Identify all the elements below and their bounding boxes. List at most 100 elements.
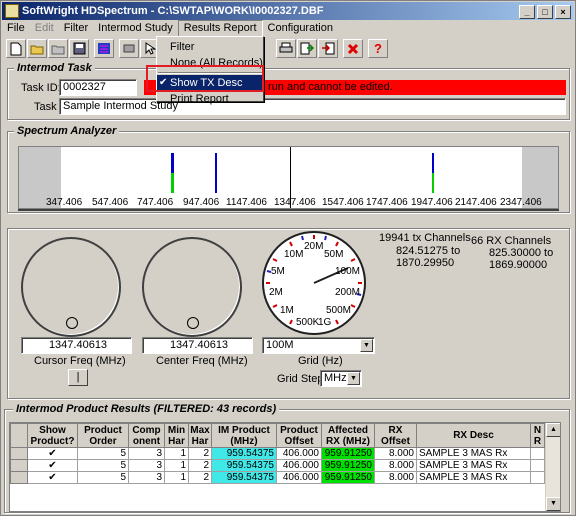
column-header[interactable]: Show Product? [27,423,78,448]
menu-edit[interactable]: Edit [30,20,59,37]
menu-item-filter[interactable]: Filter [157,39,263,55]
open-folder-icon[interactable] [27,39,47,58]
min-har-cell[interactable]: 1 [164,447,189,460]
spectrum-axis [18,209,559,211]
min-har-cell[interactable]: 1 [164,471,189,484]
rx-desc-cell[interactable]: SAMPLE 3 MAS Rx [416,471,531,484]
row-indicator[interactable] [10,471,28,484]
export-icon[interactable] [297,39,317,58]
column-header[interactable]: Max Har [188,423,212,448]
scroll-down-icon[interactable]: ▼ [546,497,560,511]
menu-filter[interactable]: Filter [59,20,93,37]
extra-cell[interactable] [530,447,545,460]
menu-intermod-study[interactable]: Intermod Study [93,20,178,37]
dial-label: 50M [324,249,344,260]
product-offset-cell[interactable]: 406.000 [276,447,322,460]
spectrum-tick: 2147.406 [455,197,497,208]
product-order-cell[interactable]: 5 [77,471,129,484]
cursor-dial-knob[interactable] [66,317,78,329]
column-header[interactable]: RX Offset [374,423,417,448]
rx-offset-cell[interactable]: 8.000 [374,447,417,460]
grid-dial[interactable]: 20M 10M 50M 5M 100M 2M 200M 1M 500M 500K… [262,231,366,335]
task-id-field[interactable]: 0002327 [59,79,137,96]
results-scrollbar[interactable]: ▲ ▼ [545,423,560,511]
im-product-cell[interactable]: 959.54375 [211,447,277,460]
product-order-cell[interactable]: 5 [77,447,129,460]
title-bar: SoftWright HDSpectrum - C:\SWTAP\WORK\I0… [2,2,574,20]
affected-rx-cell[interactable]: 959.91250 [321,447,375,460]
grid-select[interactable]: 100M ▼ [262,337,375,354]
product-order-cell[interactable]: 5 [77,459,129,472]
component-cell[interactable]: 3 [128,447,165,460]
row-indicator[interactable] [10,447,28,460]
affected-rx-cell[interactable]: 959.91250 [321,459,375,472]
column-header[interactable]: NR [530,423,545,448]
column-header[interactable]: Min Har [164,423,189,448]
cursor-freq-field[interactable]: 1347.40613 [21,337,132,354]
affected-rx-cell[interactable]: 959.91250 [321,471,375,484]
center-freq-field[interactable]: 1347.40613 [142,337,253,354]
product-offset-cell[interactable]: 406.000 [276,471,322,484]
rx-offset-cell[interactable]: 8.000 [374,459,417,472]
extra-cell[interactable] [530,459,545,472]
rx-offset-cell[interactable]: 8.000 [374,471,417,484]
menu-bar: File Edit Filter Intermod Study Results … [2,20,574,37]
help-icon[interactable]: ? [368,39,388,58]
im-product-cell[interactable]: 959.54375 [211,471,277,484]
max-har-cell[interactable]: 2 [188,471,212,484]
menu-results-report[interactable]: Results Report [177,20,263,37]
new-icon[interactable] [6,39,26,58]
table-row[interactable]: ✔ 5 3 1 2 959.54375 406.000 959.91250 8.… [10,471,545,484]
menu-item-print-report[interactable]: Print Report [157,91,263,107]
menu-configuration[interactable]: Configuration [263,20,338,37]
print-icon[interactable] [276,39,296,58]
task-label: Task [34,101,57,113]
extra-cell[interactable] [530,471,545,484]
show-product-checkbox[interactable]: ✔ [27,447,78,460]
dial-label: 1M [280,305,294,316]
cursor-button[interactable]: | [68,369,88,386]
show-product-checkbox[interactable]: ✔ [27,471,78,484]
table-row[interactable]: ✔ 5 3 1 2 959.54375 406.000 959.91250 8.… [10,459,545,472]
column-header[interactable]: Product Offset [276,423,322,448]
column-header[interactable]: Product Order [77,423,129,448]
spectrum-tx-marker [171,153,174,173]
column-header[interactable]: IM Product (MHz) [211,423,277,448]
close-button[interactable]: × [555,5,571,19]
rx-desc-cell[interactable]: SAMPLE 3 MAS Rx [416,447,531,460]
center-dial-knob[interactable] [187,317,199,329]
report-icon[interactable] [94,39,114,58]
import-icon[interactable] [318,39,338,58]
tools-icon[interactable] [119,39,139,58]
menu-file[interactable]: File [2,20,30,37]
rx-desc-cell[interactable]: SAMPLE 3 MAS Rx [416,459,531,472]
table-row[interactable]: ✔ 5 3 1 2 959.54375 406.000 959.91250 8.… [10,447,545,460]
spectrum-rx-marker [171,173,174,193]
scroll-up-icon[interactable]: ▲ [546,423,560,437]
min-har-cell[interactable]: 1 [164,459,189,472]
grid-step-select[interactable]: MHz ▼ [320,370,362,387]
im-product-cell[interactable]: 959.54375 [211,459,277,472]
rx-channels-text: 66 RX Channels [471,235,552,247]
minimize-button[interactable]: _ [519,5,535,19]
maximize-button[interactable]: □ [537,5,553,19]
max-har-cell[interactable]: 2 [188,459,212,472]
folder-icon[interactable] [48,39,68,58]
spectrum-tick: 1147.406 [226,197,267,208]
column-header[interactable]: Comp onent [128,423,165,448]
cursor-freq-dial[interactable] [21,237,121,337]
center-freq-dial[interactable] [142,237,242,337]
show-product-checkbox[interactable]: ✔ [27,459,78,472]
task-field[interactable]: Sample Intermod Study [59,98,566,115]
column-header[interactable]: RX Desc [416,423,531,448]
save-icon[interactable] [69,39,89,58]
max-har-cell[interactable]: 2 [188,447,212,460]
component-cell[interactable]: 3 [128,459,165,472]
component-cell[interactable]: 3 [128,471,165,484]
chevron-down-icon[interactable]: ▼ [347,372,360,385]
column-header[interactable]: Affected RX (MHz) [321,423,375,448]
product-offset-cell[interactable]: 406.000 [276,459,322,472]
delete-icon[interactable] [343,39,363,58]
row-indicator[interactable] [10,459,28,472]
chevron-down-icon[interactable]: ▼ [360,339,373,352]
